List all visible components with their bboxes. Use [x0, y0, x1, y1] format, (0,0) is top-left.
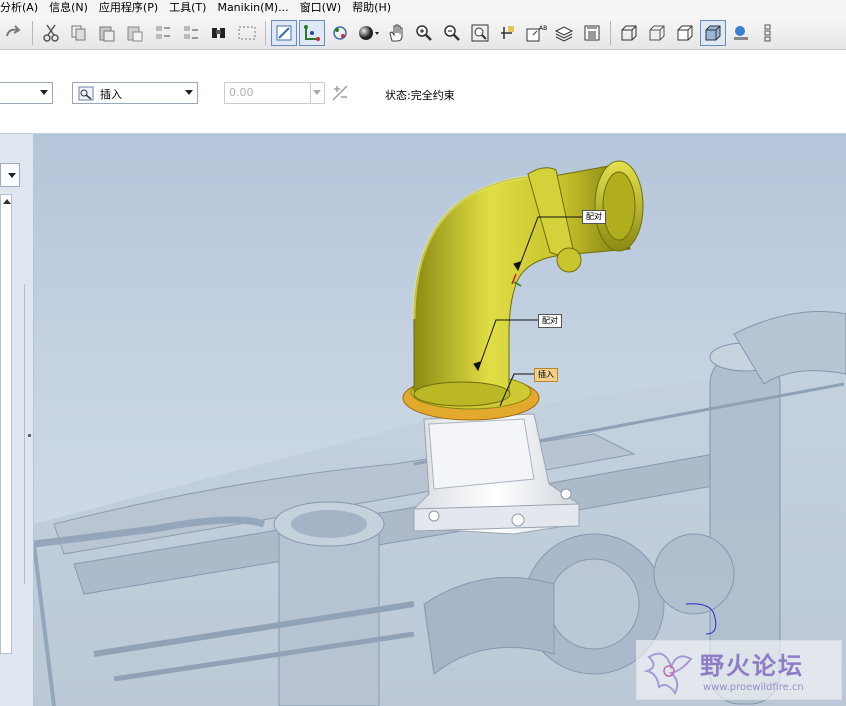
shaded-icon[interactable] — [700, 19, 726, 46]
constraint-type-dropdown[interactable]: 插入 — [72, 82, 198, 104]
svg-text:AB: AB — [539, 25, 547, 32]
menu-applications[interactable]: 应用程序(P) — [99, 1, 165, 15]
offset-dropdown-button[interactable] — [310, 83, 324, 103]
copy-icon[interactable] — [66, 20, 92, 46]
main-toolbar: AB — [0, 16, 846, 50]
paste-special-icon[interactable] — [122, 20, 148, 46]
offset-value: 0.00 — [229, 86, 254, 99]
assembly-scene — [34, 160, 846, 706]
elbow-pipe — [412, 160, 644, 407]
menu-window[interactable]: 窗口(W) — [300, 1, 348, 15]
shading-style-icon[interactable] — [579, 20, 605, 46]
watermark-logo — [641, 647, 697, 700]
repaint-icon[interactable] — [271, 19, 297, 46]
regenerate-icon[interactable] — [150, 20, 176, 46]
enhanced-realism-icon[interactable] — [728, 20, 754, 46]
paste-icon[interactable] — [94, 20, 120, 46]
hidden-line-icon[interactable] — [644, 20, 670, 46]
splitter-grip — [28, 434, 31, 437]
menu-bar: 分析(A) 信息(N) 应用程序(P) 工具(T) Manikin(M)... … — [0, 0, 846, 16]
select-box-icon[interactable] — [234, 20, 260, 46]
constraint-status: 状态:完全约束 — [385, 89, 455, 102]
orient-mode-icon[interactable] — [327, 20, 353, 46]
panel-dropdown-button[interactable] — [0, 163, 20, 187]
constraint-tag-mate-1[interactable]: 配对 — [582, 210, 606, 224]
model-tree-panel — [0, 134, 34, 706]
panel-splitter[interactable] — [24, 284, 32, 584]
menu-info[interactable]: 信息(N) — [49, 1, 95, 15]
zoom-in-icon[interactable] — [411, 20, 437, 46]
chevron-down-icon — [8, 173, 16, 178]
toolbar-separator — [265, 20, 266, 45]
constraint-set-dropdown[interactable] — [0, 82, 53, 104]
offset-input[interactable]: 0.00 — [224, 82, 325, 104]
model-tree-icon[interactable] — [756, 20, 782, 46]
panel-scrollbar[interactable] — [0, 194, 12, 654]
refit-icon[interactable] — [467, 20, 493, 46]
menu-analysis[interactable]: 分析(A) — [0, 1, 45, 15]
regenerate-manager-icon[interactable] — [178, 20, 204, 46]
chevron-down-icon — [185, 90, 193, 95]
constraint-tag-insert[interactable]: 插入 — [534, 368, 558, 382]
spin-center-icon[interactable] — [299, 19, 325, 46]
toolbar-separator — [32, 20, 33, 45]
scroll-up-icon[interactable] — [3, 199, 11, 204]
graphics-viewport[interactable]: 配对 配对 插入 — [34, 134, 846, 706]
zoom-out-icon[interactable] — [439, 20, 465, 46]
watermark-title: 野火论坛 — [700, 651, 804, 680]
find-icon[interactable] — [206, 20, 232, 46]
chevron-down-icon — [313, 90, 321, 95]
constraint-tag-mate-2[interactable]: 配对 — [538, 314, 562, 328]
wireframe-icon[interactable] — [616, 20, 642, 46]
layers-icon[interactable] — [551, 20, 577, 46]
redo-icon[interactable] — [1, 20, 27, 46]
constraint-type-value: 插入 — [100, 88, 122, 101]
chevron-down-icon — [40, 90, 48, 95]
shading-icon[interactable] — [355, 20, 381, 46]
no-hidden-icon[interactable] — [672, 20, 698, 46]
menu-tools[interactable]: 工具(T) — [169, 1, 213, 15]
pan-icon[interactable] — [383, 20, 409, 46]
datum-display-icon[interactable] — [495, 20, 521, 46]
menu-manikin[interactable]: Manikin(M)... — [217, 1, 295, 15]
watermark-url: www.proewildfire.cn — [703, 682, 804, 693]
insert-constraint-icon — [78, 86, 94, 104]
menu-help[interactable]: 帮助(H) — [352, 1, 398, 15]
axis-display-icon[interactable]: AB — [523, 20, 549, 46]
constraint-dashboard: 插入 0.00 状态:完全约束 — [0, 50, 846, 134]
flip-offset-icon[interactable] — [331, 84, 349, 105]
toolbar-separator — [610, 20, 611, 45]
cut-icon[interactable] — [38, 20, 64, 46]
